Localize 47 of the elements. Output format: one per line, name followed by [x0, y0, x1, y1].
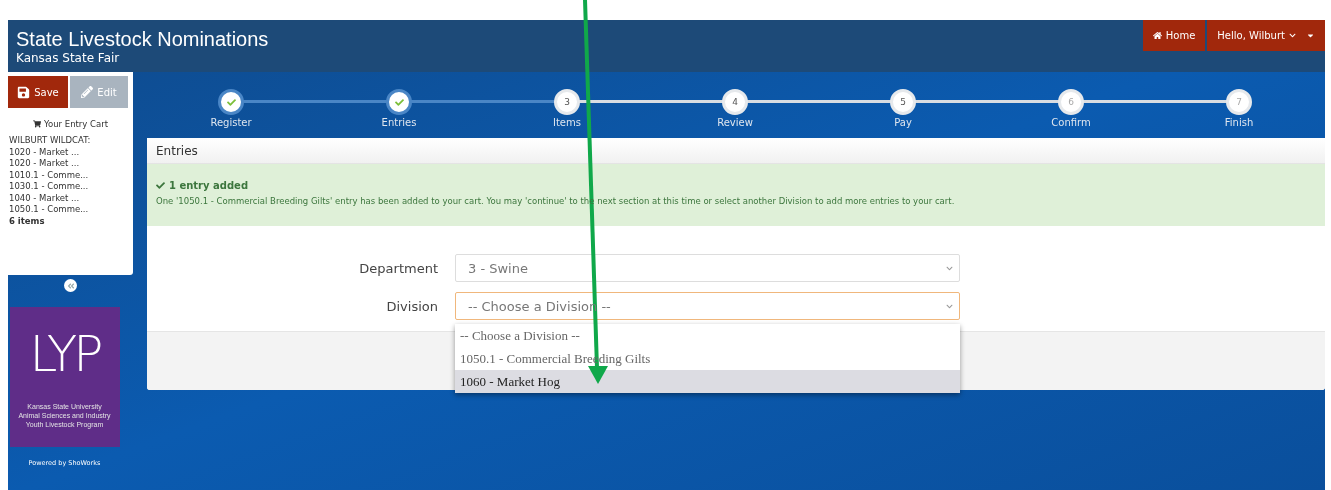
- dropdown-option[interactable]: -- Choose a Division --: [455, 324, 960, 347]
- step-label: Register: [210, 117, 252, 128]
- step-circle: 4: [722, 89, 748, 115]
- check-icon: [394, 97, 404, 107]
- step-label: Confirm: [1051, 117, 1091, 128]
- cart-item[interactable]: 1030.1 - Comme...: [8, 181, 133, 193]
- logo-mark: LYP: [29, 324, 100, 385]
- pencil-icon: [81, 86, 94, 98]
- field-label: Division: [385, 298, 438, 314]
- select-field[interactable]: 3 - Swine: [455, 254, 960, 282]
- step-circle: 6: [1058, 89, 1084, 115]
- collapse-button[interactable]: [64, 279, 77, 292]
- cart-count: 6 items: [8, 215, 46, 227]
- chevron-down-icon: [946, 264, 953, 272]
- step-circle: 7: [1226, 89, 1252, 115]
- chevron-down-icon: [1289, 32, 1296, 39]
- step-circle: 3: [554, 89, 580, 115]
- save-icon: [17, 85, 31, 99]
- check-icon: [156, 181, 165, 190]
- cart-title: Your Entry Cart: [43, 119, 109, 129]
- home-icon: [1152, 31, 1162, 40]
- cart-item[interactable]: 1010.1 - Comme...: [8, 169, 133, 181]
- step-label: Pay: [894, 117, 912, 128]
- cart-owner: WILBURT WILDCAT:: [8, 135, 92, 147]
- double-chevron-left-icon: [66, 281, 75, 290]
- check-icon: [226, 97, 236, 107]
- step-label: Entries: [381, 117, 417, 128]
- caret-icon: [1306, 31, 1315, 40]
- cart-item[interactable]: 1020 - Market ...: [8, 146, 133, 158]
- dropdown-option[interactable]: 1060 - Market Hog: [455, 370, 960, 393]
- cart-icon: [32, 120, 41, 128]
- panel-title: Entries: [147, 138, 1325, 164]
- cart-item[interactable]: 1050.1 - Comme...: [8, 204, 133, 216]
- app-subtitle: Kansas State Fair: [16, 51, 121, 66]
- user-menu-button[interactable]: Hello, Wilburt: [1207, 20, 1325, 51]
- step-label: Review: [717, 117, 753, 128]
- step-circle: 5: [890, 89, 916, 115]
- step-label: Items: [553, 117, 581, 128]
- cart-item[interactable]: 1020 - Market ...: [8, 158, 133, 170]
- cart-item[interactable]: 1040 - Market ...: [8, 192, 133, 204]
- save-button[interactable]: Save: [8, 76, 68, 108]
- home-button[interactable]: Home: [1142, 20, 1206, 51]
- field-label: Department: [358, 260, 438, 276]
- app-title: State Livestock Nominations: [16, 27, 269, 51]
- chevron-down-icon: [946, 302, 953, 310]
- alert-title: 1 entry added: [169, 180, 249, 191]
- step-label: Finish: [1224, 117, 1254, 128]
